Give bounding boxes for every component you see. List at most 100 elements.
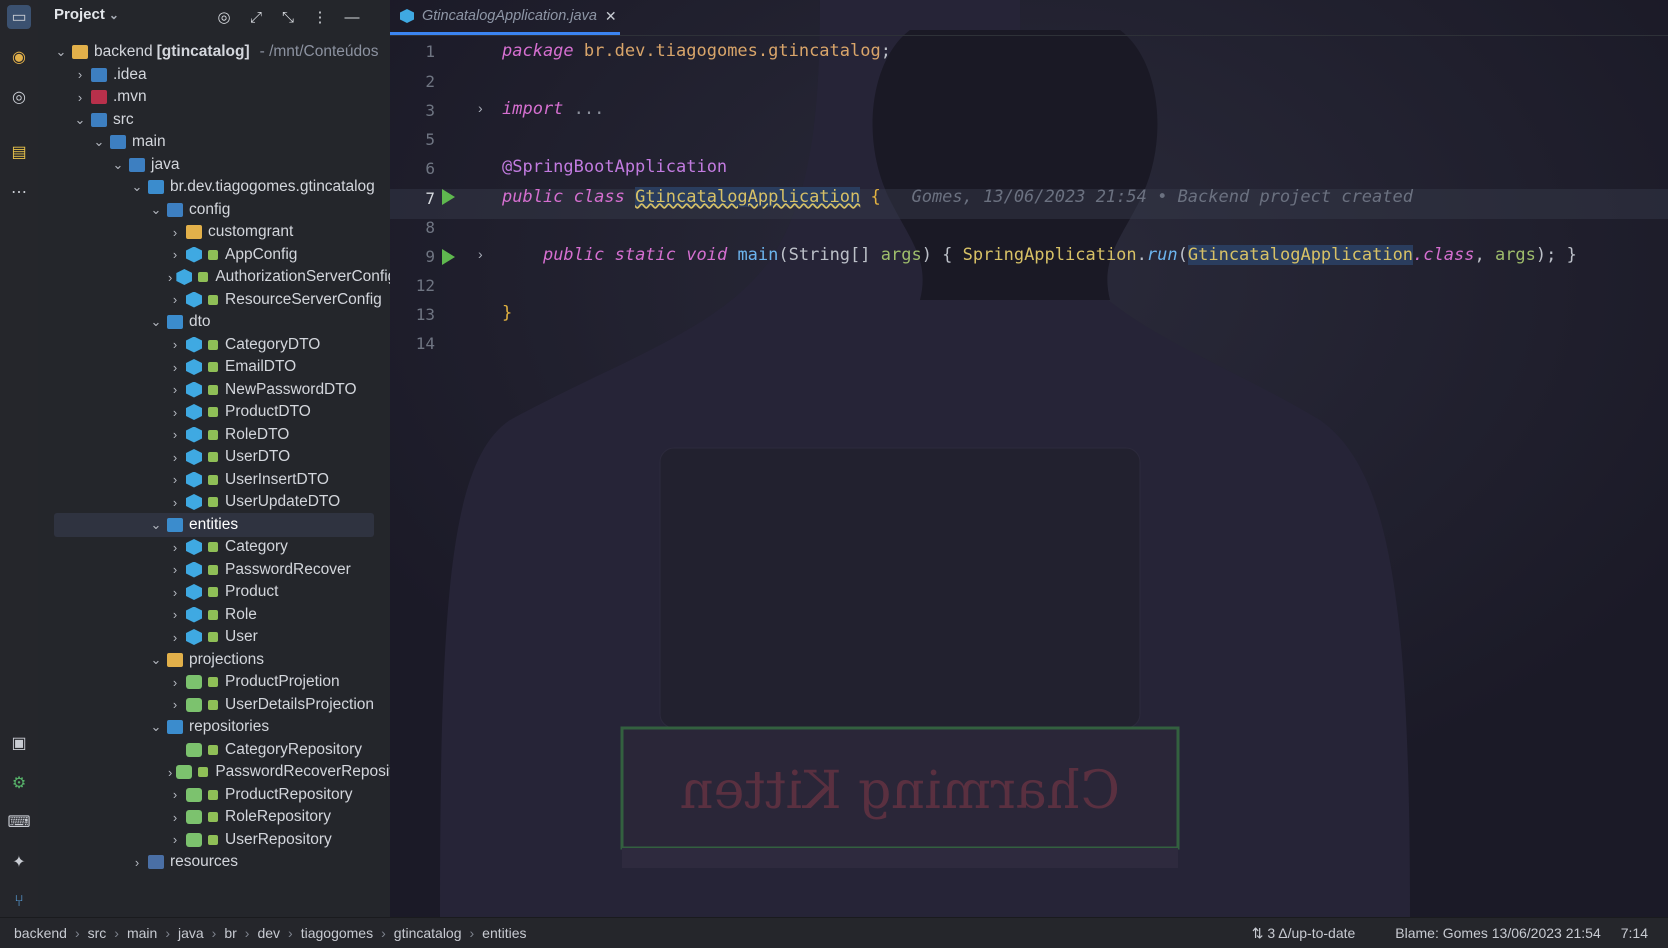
- chevron-right-icon[interactable]: ›: [168, 427, 182, 442]
- chevron-right-icon[interactable]: ›: [168, 630, 182, 645]
- breadcrumb-item[interactable]: gtincatalog: [394, 925, 462, 941]
- tree-item[interactable]: › UserDTO: [38, 445, 390, 469]
- tree-item[interactable]: › ResourceServerConfig: [38, 288, 390, 312]
- tree-item[interactable]: › RoleDTO: [38, 423, 390, 447]
- tree-item[interactable]: › .mvn: [38, 85, 390, 109]
- tree-item[interactable]: › PasswordRecover: [38, 558, 390, 582]
- breadcrumb-item[interactable]: backend: [14, 925, 67, 941]
- tree-item[interactable]: ⌄ config: [38, 198, 390, 222]
- tree-item[interactable]: ⌄ java: [38, 153, 390, 177]
- fold-imports-icon[interactable]: ›: [478, 100, 483, 116]
- chevron-right-icon[interactable]: ›: [168, 450, 182, 465]
- chevron-right-icon[interactable]: ›: [168, 472, 182, 487]
- chevron-down-icon[interactable]: ⌄: [130, 179, 144, 195]
- chevron-down-icon[interactable]: ⌄: [149, 719, 163, 735]
- collapse-all-icon[interactable]: ⤡: [278, 7, 298, 27]
- tree-item[interactable]: › EmailDTO: [38, 355, 390, 379]
- tree-item[interactable]: › User: [38, 625, 390, 649]
- chevron-right-icon[interactable]: ›: [168, 607, 182, 622]
- chevron-right-icon[interactable]: ›: [168, 787, 182, 802]
- close-icon[interactable]: ✕: [605, 8, 617, 25]
- chevron-down-icon[interactable]: ⌄: [149, 202, 163, 218]
- chevron-down-icon[interactable]: ⌄: [73, 112, 87, 128]
- chevron-right-icon[interactable]: ›: [168, 585, 182, 600]
- tree-item[interactable]: › resources: [38, 850, 390, 874]
- git-tool-icon[interactable]: ⑂: [7, 890, 31, 914]
- tree-item[interactable]: ⌄ br.dev.tiagogomes.gtincatalog: [38, 175, 390, 199]
- tree-item[interactable]: › UserDetailsProjection: [38, 693, 390, 717]
- project-panel-title[interactable]: Project ⌄: [54, 6, 119, 23]
- chevron-down-icon[interactable]: ⌄: [111, 157, 125, 173]
- breadcrumb-item[interactable]: java: [178, 925, 204, 941]
- tree-item[interactable]: › Category: [38, 535, 390, 559]
- chevron-down-icon[interactable]: ⌄: [54, 44, 68, 60]
- tree-item[interactable]: › UserRepository: [38, 828, 390, 852]
- tree-item[interactable]: › PasswordRecoverRepository: [38, 760, 390, 784]
- tree-item[interactable]: › Role: [38, 603, 390, 627]
- chevron-right-icon[interactable]: ›: [73, 90, 87, 105]
- chevron-down-icon[interactable]: ⌄: [92, 134, 106, 150]
- chevron-right-icon[interactable]: ›: [168, 270, 172, 285]
- breadcrumb-item[interactable]: main: [127, 925, 157, 941]
- run-tool-icon[interactable]: ✦: [7, 850, 31, 874]
- caret-position[interactable]: 7:14: [1621, 925, 1648, 941]
- chevron-right-icon[interactable]: ›: [168, 675, 182, 690]
- expand-all-icon[interactable]: ⤢: [246, 7, 266, 27]
- chevron-right-icon[interactable]: ›: [168, 247, 182, 262]
- chevron-right-icon[interactable]: ›: [168, 562, 182, 577]
- problems-tool-icon[interactable]: ▣: [7, 731, 31, 755]
- options-menu-icon[interactable]: ⋮: [310, 7, 330, 27]
- tree-item[interactable]: › Product: [38, 580, 390, 604]
- chevron-right-icon[interactable]: ›: [168, 292, 182, 307]
- chevron-right-icon[interactable]: ›: [168, 405, 182, 420]
- chevron-down-icon[interactable]: ⌄: [149, 314, 163, 330]
- chevron-down-icon[interactable]: ⌄: [149, 517, 163, 533]
- tree-item[interactable]: › ProductProjetion: [38, 670, 390, 694]
- tree-item[interactable]: › AuthorizationServerConfig: [38, 265, 390, 289]
- breadcrumb-item[interactable]: src: [88, 925, 107, 941]
- tree-item[interactable]: ⌄ repositories: [38, 715, 390, 739]
- tree-item[interactable]: › UserUpdateDTO: [38, 490, 390, 514]
- chevron-right-icon[interactable]: ›: [168, 337, 182, 352]
- chevron-right-icon[interactable]: ›: [168, 697, 182, 712]
- tree-item[interactable]: ⌄ src: [38, 108, 390, 132]
- breadcrumb-item[interactable]: br: [224, 925, 236, 941]
- tree-item[interactable]: › ProductDTO: [38, 400, 390, 424]
- chevron-right-icon[interactable]: ›: [168, 832, 182, 847]
- fold-method-icon[interactable]: ›: [478, 246, 483, 262]
- breadcrumb-item[interactable]: entities: [482, 925, 526, 941]
- chevron-right-icon[interactable]: ›: [168, 495, 182, 510]
- vcs-status[interactable]: ⇅ 3 Δ/up-to-date: [1252, 925, 1376, 942]
- breadcrumb-item[interactable]: tiagogomes: [301, 925, 373, 941]
- chevron-right-icon[interactable]: ›: [168, 225, 182, 240]
- chevron-right-icon[interactable]: ›: [168, 360, 182, 375]
- structure-tool-icon[interactable]: ▤: [7, 140, 31, 164]
- locate-file-icon[interactable]: ◎: [214, 7, 234, 27]
- tree-item[interactable]: ⌄ entities: [54, 512, 374, 537]
- breadcrumb-item[interactable]: dev: [257, 925, 280, 941]
- chevron-right-icon[interactable]: ›: [168, 765, 172, 780]
- tree-item[interactable]: ⌄ projections: [38, 648, 390, 672]
- tree-item[interactable]: ⌄ main: [38, 130, 390, 154]
- hide-panel-icon[interactable]: —: [342, 7, 362, 27]
- chevron-right-icon[interactable]: ›: [168, 540, 182, 555]
- tree-item[interactable]: ⌄ backend [gtincatalog] - /mnt/Conteúdos: [38, 40, 390, 64]
- github-tool-icon[interactable]: ◎: [7, 85, 31, 109]
- chevron-right-icon[interactable]: ›: [168, 382, 182, 397]
- tree-item[interactable]: ⌄ dto: [38, 310, 390, 334]
- editor-tab[interactable]: GtincatalogApplication.java ✕: [390, 0, 620, 35]
- services-tool-icon[interactable]: ⚙: [7, 771, 31, 795]
- chevron-right-icon[interactable]: ›: [130, 855, 144, 870]
- tree-item[interactable]: › RoleRepository: [38, 805, 390, 829]
- project-tool-icon[interactable]: ▭: [7, 5, 31, 29]
- run-class-icon[interactable]: [442, 189, 455, 205]
- tree-item[interactable]: › NewPasswordDTO: [38, 378, 390, 402]
- blame-status[interactable]: Blame: Gomes 13/06/2023 21:54: [1395, 925, 1600, 941]
- tree-item[interactable]: › customgrant: [38, 220, 390, 244]
- run-main-icon[interactable]: [442, 249, 455, 265]
- chevron-right-icon[interactable]: ›: [168, 810, 182, 825]
- more-tools-icon[interactable]: ⋯: [7, 180, 31, 204]
- tree-item[interactable]: › UserInsertDTO: [38, 468, 390, 492]
- tree-item[interactable]: › .idea: [38, 63, 390, 87]
- tree-item[interactable]: › ProductRepository: [38, 783, 390, 807]
